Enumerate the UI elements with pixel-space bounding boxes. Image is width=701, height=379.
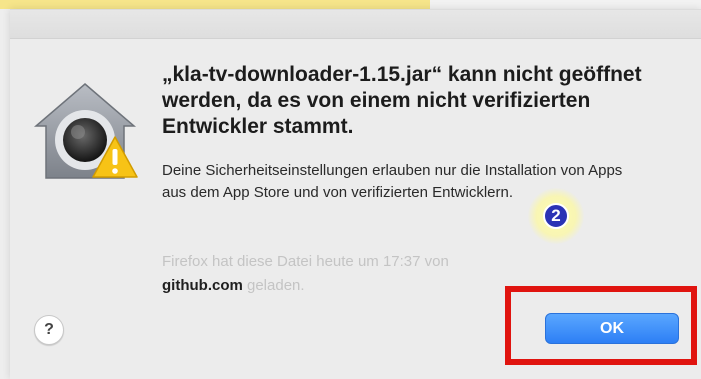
step-badge: 2 (528, 188, 584, 244)
source-domain: github.com (162, 277, 243, 294)
dialog-titlebar (10, 10, 701, 39)
warning-triangle-icon (92, 136, 138, 178)
security-alert-dialog: „kla-tv-downloader-1.15.jar“ kann nicht … (10, 9, 701, 379)
source-suffix: geladen. (247, 277, 305, 294)
dialog-title: „kla-tv-downloader-1.15.jar“ kann nicht … (162, 63, 642, 138)
step-number: 2 (543, 203, 569, 229)
source-prefix: Firefox hat diese Datei heute um 17:37 v… (162, 253, 449, 270)
ok-button[interactable]: OK (545, 313, 679, 344)
help-button[interactable]: ? (34, 315, 64, 345)
top-strip (430, 0, 701, 9)
top-highlight-strip (0, 0, 430, 9)
